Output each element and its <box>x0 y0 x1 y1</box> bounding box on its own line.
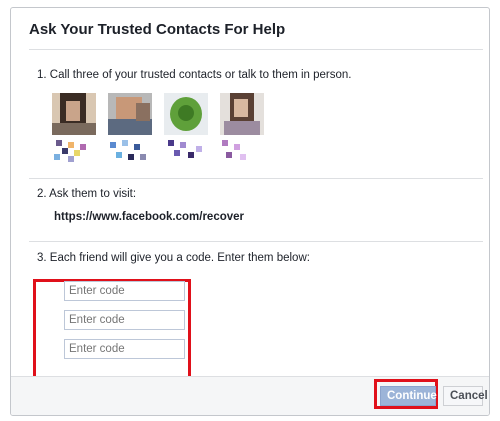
contact-4 <box>220 93 264 162</box>
code-input-1[interactable] <box>64 281 185 301</box>
contact-3 <box>164 93 208 162</box>
contact-avatar <box>220 93 264 135</box>
step-3-text: 3. Each friend will give you a code. Ent… <box>37 252 310 264</box>
recover-url: https://www.facebook.com/recover <box>54 211 245 223</box>
title-divider <box>29 49 483 50</box>
dialog-title: Ask Your Trusted Contacts For Help <box>29 21 286 38</box>
contact-name-redacted <box>108 140 148 162</box>
contact-name-redacted <box>220 140 260 162</box>
trusted-contacts-dialog: Ask Your Trusted Contacts For Help 1. Ca… <box>10 7 490 416</box>
continue-button[interactable]: Continue <box>380 386 437 406</box>
contact-name-redacted <box>164 140 204 162</box>
contact-avatar <box>52 93 96 135</box>
step-2-text: 2. Ask them to visit: <box>37 188 137 200</box>
dialog-footer: Continue Cancel <box>11 376 489 415</box>
code-input-2[interactable] <box>64 310 185 330</box>
cancel-button[interactable]: Cancel <box>443 386 488 406</box>
contact-name-redacted <box>52 140 92 162</box>
step-1-text: 1. Call three of your trusted contacts o… <box>37 69 352 81</box>
contact-1 <box>52 93 96 162</box>
contact-avatar <box>108 93 152 135</box>
contact-2 <box>108 93 152 162</box>
contacts-list <box>52 93 272 173</box>
code-input-3[interactable] <box>64 339 185 359</box>
contact-avatar <box>164 93 208 135</box>
step-divider <box>29 241 483 242</box>
step-divider <box>29 178 483 179</box>
